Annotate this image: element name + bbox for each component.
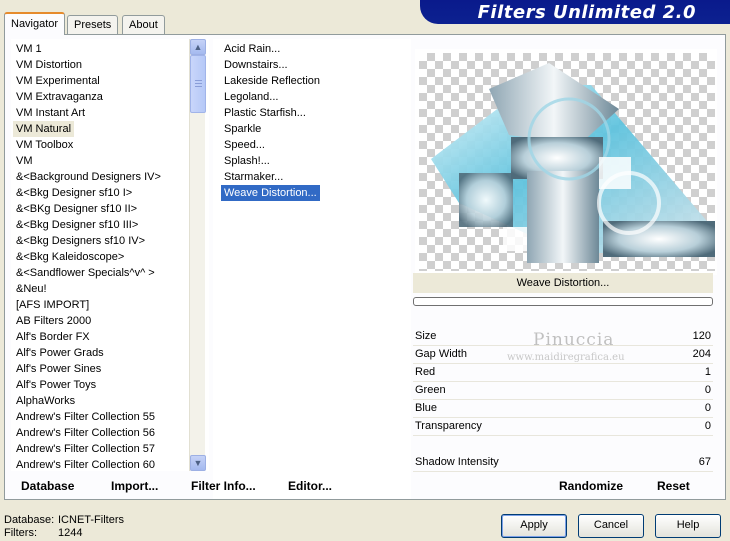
tab-about[interactable]: About: [122, 15, 165, 34]
category-item[interactable]: &<Bkg Designer sf10 III>: [13, 217, 141, 233]
param-label: Transparency: [415, 420, 482, 432]
param-label: Red: [415, 366, 436, 378]
window-title: Filters Unlimited 2.0: [477, 2, 696, 23]
param-value[interactable]: 0: [705, 399, 711, 417]
tab-presets[interactable]: Presets: [67, 15, 119, 34]
title-banner: Filters Unlimited 2.0: [420, 0, 730, 24]
category-item[interactable]: &<Background Designers IV>: [13, 169, 164, 185]
status-database: Database: ICNET-Filters: [4, 514, 124, 526]
param-row[interactable]: Red 1: [413, 363, 713, 381]
param-label: Size: [415, 330, 437, 342]
preview-artwork: [431, 63, 717, 263]
database-button[interactable]: Database: [21, 479, 74, 493]
filter-item[interactable]: Legoland...: [221, 89, 281, 105]
filter-item[interactable]: Sparkle: [221, 121, 264, 137]
preview-image: [419, 53, 717, 271]
category-item[interactable]: VM Experimental: [13, 73, 103, 89]
category-item[interactable]: Andrew's Filter Collection 60: [13, 457, 158, 471]
filter-item[interactable]: Plastic Starfish...: [221, 105, 309, 121]
navigator-panel: VM 1 VM Distortion VM Experimental VM Extra…: [4, 34, 726, 500]
param-value[interactable]: 0: [705, 417, 711, 435]
help-button[interactable]: Help: [655, 514, 721, 538]
status-database-value: ICNET-Filters: [58, 514, 124, 526]
filter-info-button[interactable]: Filter Info...: [191, 479, 256, 493]
filter-item[interactable]: Lakeside Reflection: [221, 73, 323, 89]
filter-item[interactable]: Downstairs...: [221, 57, 291, 73]
category-item[interactable]: &<Bkg Designers sf10 IV>: [13, 233, 148, 249]
tab-navigator[interactable]: Navigator: [4, 12, 66, 35]
param-row[interactable]: Size 120: [413, 327, 713, 345]
status-database-label: Database:: [4, 514, 55, 526]
category-item[interactable]: VM Distortion: [13, 57, 85, 73]
category-item[interactable]: Alf's Border FX: [13, 329, 93, 345]
category-item[interactable]: Alf's Power Sines: [13, 361, 104, 377]
filter-title-field: Weave Distortion...: [413, 273, 713, 293]
scroll-up-icon[interactable]: ▲: [190, 39, 206, 55]
filter-item[interactable]: Acid Rain...: [221, 41, 283, 57]
bottom-link-bar: Database Import... Filter Info... Editor…: [5, 473, 725, 501]
category-item[interactable]: VM: [13, 153, 36, 169]
category-item[interactable]: &<Bkg Designer sf10 I>: [13, 185, 135, 201]
randomize-button[interactable]: Randomize: [559, 479, 623, 493]
param-value[interactable]: 120: [693, 327, 711, 345]
editor-button[interactable]: Editor...: [288, 479, 332, 493]
progress-bar: [413, 297, 713, 306]
reset-button[interactable]: Reset: [657, 479, 690, 493]
category-item[interactable]: &<BKg Designer sf10 II>: [13, 201, 140, 217]
filter-item[interactable]: Starmaker...: [221, 169, 286, 185]
param-row[interactable]: Gap Width 204: [413, 345, 713, 363]
category-item[interactable]: VM 1: [13, 41, 45, 57]
param-label: Shadow Intensity: [415, 456, 499, 468]
apply-button[interactable]: Apply: [501, 514, 567, 538]
status-filters-value: 1244: [58, 527, 83, 539]
category-list[interactable]: VM 1 VM Distortion VM Experimental VM Extra…: [11, 39, 209, 471]
param-value[interactable]: 67: [699, 453, 711, 471]
scroll-down-icon[interactable]: ▼: [190, 455, 206, 471]
filter-item[interactable]: Weave Distortion...: [221, 185, 320, 201]
category-item[interactable]: VM Extravaganza: [13, 89, 106, 105]
status-filters: Filters: 1244: [4, 527, 82, 539]
param-row[interactable]: Blue 0: [413, 399, 713, 417]
param-value[interactable]: 1: [705, 363, 711, 381]
category-item[interactable]: &Neu!: [13, 281, 50, 297]
scroll-thumb[interactable]: [190, 55, 206, 113]
category-item[interactable]: Andrew's Filter Collection 55: [13, 409, 158, 425]
param-separator: [413, 471, 713, 472]
category-item[interactable]: &<Bkg Kaleidoscope>: [13, 249, 127, 265]
param-label: Green: [415, 384, 446, 396]
status-filters-label: Filters:: [4, 527, 37, 539]
param-row[interactable]: Green 0: [413, 381, 713, 399]
category-item[interactable]: Alf's Power Grads: [13, 345, 107, 361]
category-item[interactable]: VM Instant Art: [13, 105, 88, 121]
category-item[interactable]: Andrew's Filter Collection 56: [13, 425, 158, 441]
filter-list[interactable]: Acid Rain... Downstairs... Lakeside Reflec…: [213, 39, 411, 499]
category-item[interactable]: VM Toolbox: [13, 137, 76, 153]
category-item[interactable]: Andrew's Filter Collection 57: [13, 441, 158, 457]
param-value[interactable]: 0: [705, 381, 711, 399]
cancel-button[interactable]: Cancel: [578, 514, 644, 538]
import-button[interactable]: Import...: [111, 479, 158, 493]
param-value[interactable]: 204: [693, 345, 711, 363]
category-item[interactable]: Alf's Power Toys: [13, 377, 99, 393]
param-label: Gap Width: [415, 348, 467, 360]
category-item[interactable]: AlphaWorks: [13, 393, 78, 409]
param-row[interactable]: Transparency 0: [413, 417, 713, 435]
param-separator: [413, 435, 713, 436]
category-scrollbar[interactable]: ▲ ▼: [189, 39, 206, 471]
category-item[interactable]: VM Natural: [13, 121, 75, 137]
filter-item[interactable]: Speed...: [221, 137, 268, 153]
filter-item[interactable]: Splash!...: [221, 153, 273, 169]
category-item[interactable]: [AFS IMPORT]: [13, 297, 92, 313]
category-item[interactable]: AB Filters 2000: [13, 313, 94, 329]
param-label: Blue: [415, 402, 438, 414]
category-item[interactable]: &<Sandflower Specials^v^ >: [13, 265, 158, 281]
param-row[interactable]: Shadow Intensity 67: [413, 453, 713, 471]
